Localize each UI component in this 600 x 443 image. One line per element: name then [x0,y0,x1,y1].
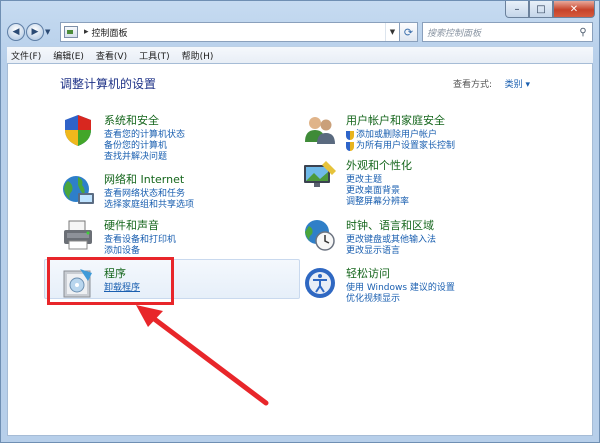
forward-arrow-icon: ▶ [31,27,39,37]
back-button[interactable]: ◀ [7,23,25,41]
refresh-button[interactable]: ⟳ [400,22,418,42]
refresh-icon: ⟳ [403,25,414,39]
content-pane: 调整计算机的设置 查看方式: 类别 ▾ 系统和安全 查看您的计算机状态 备份您的… [7,63,593,436]
caption-buttons: – □ ✕ [505,1,595,19]
search-input[interactable]: 搜索控制面板 ⚲ [422,22,593,42]
breadcrumb-chevron-icon[interactable]: ▸ [84,27,89,37]
menu-view[interactable]: 查看(V) [96,49,127,62]
history-dropdown-icon[interactable]: ▼ [45,28,55,36]
address-bar[interactable]: ▸ 控制面板 ▼ [60,22,400,42]
breadcrumb-control-panel[interactable]: 控制面板 [92,26,385,39]
back-arrow-icon: ◀ [12,27,20,37]
close-button[interactable]: ✕ [553,1,595,18]
maximize-button[interactable]: □ [529,1,553,18]
control-panel-icon [64,26,78,38]
search-icon[interactable]: ⚲ [574,23,592,41]
menu-file[interactable]: 文件(F) [11,49,41,62]
minimize-button[interactable]: – [505,1,529,18]
menu-tools[interactable]: 工具(T) [139,49,170,62]
menu-help[interactable]: 帮助(H) [182,49,214,62]
menu-bar: 文件(F) 编辑(E) 查看(V) 工具(T) 帮助(H) [7,46,593,63]
address-dropdown-icon[interactable]: ▼ [385,23,399,41]
window-frame: – □ ✕ ◀ ▶ ▼ ▸ 控制面板 ▼ ⟳ 搜索控制面板 ⚲ 文件(F) 编辑… [0,0,600,443]
annotation-red-arrow [136,305,269,406]
search-placeholder: 搜索控制面板 [427,28,482,39]
forward-button[interactable]: ▶ [26,23,44,41]
address-row: ◀ ▶ ▼ ▸ 控制面板 ▼ ⟳ 搜索控制面板 ⚲ [7,21,593,43]
menu-edit[interactable]: 编辑(E) [53,49,84,62]
